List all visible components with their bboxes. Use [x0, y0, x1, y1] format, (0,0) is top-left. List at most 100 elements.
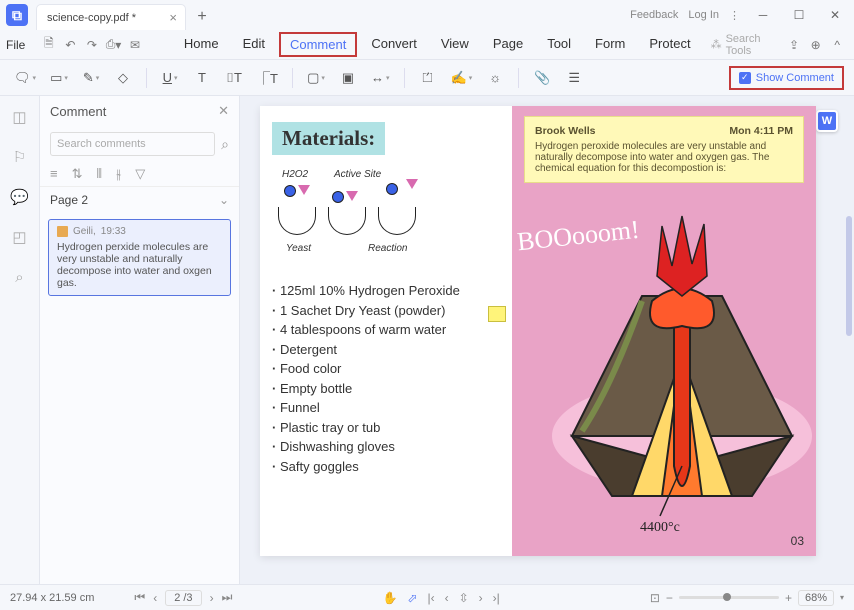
measure-tool[interactable]: ↔▾ [367, 65, 394, 91]
menu-view[interactable]: View [431, 32, 479, 57]
funnel-icon[interactable]: ▽ [135, 166, 145, 182]
menu-edit[interactable]: Edit [233, 32, 275, 57]
statusbar: 27.94 x 21.59 cm ⏮ ‹ 2 /3 › ⏭ ✋ ⬀ |‹ ‹ ⇳… [0, 584, 854, 610]
comments-icon[interactable]: 💬 [9, 186, 31, 208]
menu-page[interactable]: Page [483, 32, 533, 57]
redo-icon[interactable]: ↷ [83, 34, 101, 56]
list-item: Dishwashing gloves [272, 437, 500, 457]
menu-convert[interactable]: Convert [361, 32, 427, 57]
share-icon[interactable]: ⇪ [785, 34, 803, 56]
scrollbar-thumb[interactable] [846, 216, 852, 336]
zoom-slider[interactable] [679, 596, 779, 599]
feedback-link[interactable]: Feedback [630, 9, 678, 21]
page-indicator[interactable]: 2 /3 [165, 590, 201, 606]
menu-form[interactable]: Form [585, 32, 635, 57]
collapse-ribbon-icon[interactable]: ^ [828, 34, 846, 56]
text-tool[interactable]: T [189, 65, 215, 91]
list-item: Detergent [272, 340, 500, 360]
mail-icon[interactable]: ✉ [126, 34, 144, 56]
textbox-tool[interactable]: ⌷T [221, 65, 247, 91]
comment-text[interactable]: Hydrogen perxide molecules are very unst… [57, 241, 222, 289]
stamp-tool[interactable]: ⏍ [415, 65, 441, 91]
check-icon: ✓ [739, 72, 751, 84]
signature-tool[interactable]: ✍▾ [447, 65, 477, 91]
bookmark-icon[interactable]: ⚐ [9, 146, 31, 168]
first-page-icon[interactable]: ⏮ [134, 590, 145, 605]
close-window-button[interactable]: ✕ [822, 2, 848, 28]
note-tool[interactable]: 🗨▾ [10, 65, 40, 91]
filter2-icon[interactable]: ⫳ [116, 166, 121, 182]
expand-all-icon[interactable]: ≡ [50, 166, 58, 182]
close-panel-icon[interactable]: ✕ [218, 103, 229, 119]
scroll-icon[interactable]: ⇳ [459, 591, 469, 605]
document-canvas[interactable]: W Materials: H2O2 Active Site Yeast Reac… [240, 96, 854, 584]
attachment-tool[interactable]: 📎 [529, 65, 555, 91]
first-icon[interactable]: |‹ [427, 591, 434, 605]
thumbnails-icon[interactable]: ◫ [9, 106, 31, 128]
next-icon[interactable]: › [479, 591, 483, 605]
search-icon[interactable]: ⌕ [9, 266, 31, 288]
maximize-button[interactable]: ☐ [786, 2, 812, 28]
sort-icon[interactable]: ⇅ [72, 166, 83, 182]
close-tab-icon[interactable]: × [169, 10, 177, 25]
show-comment-toggle[interactable]: ✓ Show Comment [729, 66, 844, 90]
save-icon[interactable]: 🗎 [40, 34, 58, 56]
minimize-button[interactable]: ─ [750, 2, 776, 28]
list-item: 4 tablespoons of warm water [272, 320, 500, 340]
attachments-icon[interactable]: ◰ [9, 226, 31, 248]
list-item: Safty goggles [272, 457, 500, 477]
hand-tool-icon[interactable]: ✋ [382, 591, 397, 605]
filter1-icon[interactable]: ⫴ [97, 166, 102, 182]
page-group-header[interactable]: Page 2 ⌄ [40, 186, 239, 213]
chevron-down-icon[interactable]: ▾ [840, 593, 844, 602]
titlebar: ⧉ science-copy.pdf * × + Feedback Log In… [0, 0, 854, 30]
underline-tool[interactable]: U▾ [157, 65, 183, 91]
prev-icon[interactable]: ‹ [445, 591, 449, 605]
menu-home[interactable]: Home [174, 32, 229, 57]
shape-tool[interactable]: ▢▾ [303, 65, 329, 91]
highlight-tool[interactable]: ▭▾ [46, 65, 72, 91]
menu-tool[interactable]: Tool [537, 32, 581, 57]
print-icon[interactable]: ⎙▾ [105, 34, 123, 56]
pdf-page: Materials: H2O2 Active Site Yeast Reacti… [260, 106, 816, 556]
comment-card[interactable]: Geili, 19:33 Hydrogen perxide molecules … [48, 219, 231, 296]
menubar: File 🗎 ↶ ↷ ⎙▾ ✉ Home Edit Comment Conver… [0, 30, 854, 60]
callout-tool[interactable]: ⎾T [253, 65, 282, 91]
pencil-tool[interactable]: ✎▾ [78, 65, 104, 91]
select-tool-icon[interactable]: ⬀ [407, 591, 417, 605]
comment-author: Geili, [73, 226, 96, 237]
new-tab-button[interactable]: + [190, 5, 214, 29]
zoom-out-icon[interactable]: − [666, 591, 673, 605]
cloud-icon[interactable]: ⊕ [807, 34, 825, 56]
document-tab[interactable]: science-copy.pdf * × [36, 4, 186, 30]
prev-page-icon[interactable]: ‹ [153, 591, 157, 605]
undo-icon[interactable]: ↶ [62, 34, 80, 56]
chevron-down-icon: ⌄ [219, 193, 229, 207]
materials-heading: Materials: [272, 122, 385, 155]
search-comments-input[interactable]: Search comments [50, 132, 215, 156]
app-icon: ⧉ [6, 4, 28, 26]
comment-time: 19:33 [101, 226, 126, 237]
zoom-value[interactable]: 68% [798, 590, 834, 606]
materials-list: 125ml 10% Hydrogen Peroxide 1 Sachet Dry… [272, 281, 500, 476]
last-icon[interactable]: ›| [493, 591, 500, 605]
stamp-create-tool[interactable]: ☼ [482, 65, 508, 91]
search-tools[interactable]: ⁂Search Tools [711, 33, 774, 57]
sticky-note-popup[interactable]: Brook Wells Mon 4:11 PM Hydrogen peroxid… [524, 116, 804, 183]
comments-list-tool[interactable]: ☰ [561, 65, 587, 91]
search-icon[interactable]: ⌕ [221, 136, 229, 153]
menu-comment[interactable]: Comment [279, 32, 357, 57]
file-menu[interactable]: File [6, 38, 30, 52]
eraser-tool[interactable]: ◇ [110, 65, 136, 91]
sticky-note-marker[interactable] [488, 306, 506, 322]
list-item: 1 Sachet Dry Yeast (powder) [272, 301, 500, 321]
area-highlight-tool[interactable]: ▣ [335, 65, 361, 91]
last-page-icon[interactable]: ⏭ [222, 590, 233, 605]
menu-protect[interactable]: Protect [639, 32, 700, 57]
login-link[interactable]: Log In [688, 9, 719, 21]
word-badge-icon[interactable]: W [816, 110, 838, 132]
fit-page-icon[interactable]: ⊡ [650, 591, 660, 605]
next-page-icon[interactable]: › [210, 591, 214, 605]
zoom-in-icon[interactable]: + [785, 591, 792, 605]
more-icon[interactable]: ⋮ [729, 9, 740, 22]
